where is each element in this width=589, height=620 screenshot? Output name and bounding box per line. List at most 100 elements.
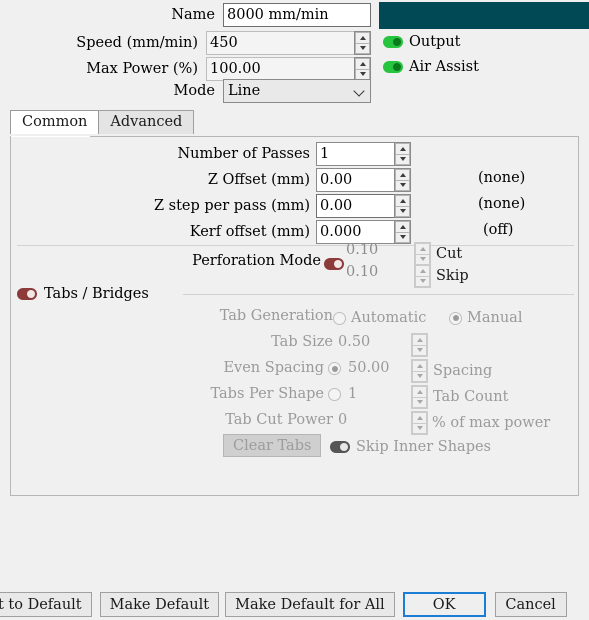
tab-count-spin-down[interactable] (412, 396, 427, 408)
tab-generation-manual-label: Manual (467, 310, 523, 326)
z-step-per-pass-input[interactable] (316, 194, 394, 218)
speed-spin-buttons[interactable] (354, 31, 371, 55)
ok-button[interactable]: OK (402, 592, 486, 617)
skip-inner-shapes-label: Skip Inner Shapes (356, 439, 491, 455)
z-step-per-pass-spinbox[interactable] (316, 194, 411, 218)
kerf-offset-spin-buttons[interactable] (394, 220, 411, 244)
mode-combobox[interactable]: Line (223, 79, 371, 103)
tabs-per-shape-radio[interactable] (328, 388, 341, 401)
even-spacing-value[interactable]: 50.00 (348, 360, 390, 376)
clear-tabs-button[interactable]: Clear Tabs (223, 434, 322, 457)
speed-label: Speed (mm/min) (76, 35, 198, 51)
name-input[interactable] (223, 3, 371, 27)
number-of-passes-label: Number of Passes (177, 146, 310, 162)
perforation-cut-spin-buttons[interactable] (414, 242, 431, 266)
cut-settings-dialog: Name Speed (mm/min) Max Power (%) (0, 0, 589, 620)
kerf-offset-spinbox[interactable] (316, 220, 411, 244)
speed-spinbox[interactable] (206, 31, 371, 55)
name-label: Name (171, 7, 215, 23)
kerf-offset-spin-down[interactable] (395, 231, 410, 243)
divider-tabs-bridges (183, 294, 574, 295)
z-offset-spin-up[interactable] (395, 169, 410, 180)
perforation-cut-label: Cut (436, 246, 463, 262)
number-of-passes-spin-buttons[interactable] (394, 142, 411, 166)
tab-size-spin-down[interactable] (412, 344, 427, 356)
speed-spin-up[interactable] (355, 32, 370, 43)
layer-color-swatch[interactable] (379, 2, 589, 29)
make-default-button[interactable]: Make Default (99, 592, 220, 617)
tab-generation-automatic-label: Automatic (351, 310, 427, 326)
perforation-skip-spin-down[interactable] (415, 275, 430, 287)
max-power-spin-up[interactable] (355, 58, 370, 69)
tab-common-label: Common (22, 114, 88, 130)
kerf-offset-label: Kerf offset (mm) (189, 224, 310, 240)
perforation-skip-spin-up[interactable] (415, 265, 430, 276)
number-of-passes-spinbox[interactable] (316, 142, 411, 166)
z-step-per-pass-label: Z step per pass (mm) (153, 198, 310, 214)
skip-inner-shapes-toggle[interactable] (330, 441, 350, 453)
z-offset-spin-down[interactable] (395, 179, 410, 191)
tab-generation-automatic-radio[interactable] (333, 311, 346, 325)
z-offset-suffix: (none) (478, 170, 526, 186)
perforation-mode-toggle[interactable] (324, 258, 344, 270)
z-offset-input[interactable] (316, 168, 394, 192)
z-step-per-pass-suffix: (none) (478, 196, 526, 212)
tab-cut-power-spin-up[interactable] (412, 412, 427, 423)
perforation-cut-value[interactable]: 0.10 (346, 242, 378, 258)
tab-generation-manual-radio[interactable] (449, 311, 462, 325)
perforation-skip-spin-buttons[interactable] (414, 264, 431, 288)
perforation-cut-spin-up[interactable] (415, 243, 430, 254)
max-power-spin-buttons[interactable] (354, 57, 371, 81)
perforation-skip-value[interactable]: 0.10 (346, 264, 378, 280)
number-of-passes-spin-up[interactable] (395, 143, 410, 154)
output-toggle[interactable] (383, 36, 403, 48)
even-spacing-label: Even Spacing (223, 360, 324, 376)
max-power-input[interactable] (206, 57, 354, 81)
z-step-per-pass-spin-down[interactable] (395, 205, 410, 217)
z-offset-spinbox[interactable] (316, 168, 411, 192)
tab-cut-power-value[interactable]: 0 (338, 412, 347, 428)
kerf-offset-spin-up[interactable] (395, 221, 410, 232)
z-offset-label: Z Offset (mm) (207, 172, 310, 188)
tab-count-value[interactable]: 1 (348, 386, 357, 402)
z-step-per-pass-spin-buttons[interactable] (394, 194, 411, 218)
tab-common[interactable]: Common (10, 110, 100, 134)
even-spacing-spin-down[interactable] (412, 370, 427, 382)
even-spacing-spin-up[interactable] (412, 360, 427, 371)
perforation-skip-label: Skip (436, 268, 469, 284)
mode-label: Mode (173, 83, 215, 99)
tab-cut-power-unit-label: % of max power (432, 415, 551, 431)
tab-advanced-label: Advanced (110, 114, 183, 130)
cancel-button[interactable]: Cancel (494, 592, 567, 617)
tab-count-spin-up[interactable] (412, 386, 427, 397)
reset-to-default-button[interactable]: t to Default (0, 592, 92, 617)
tabs-bridges-toggle[interactable] (17, 288, 37, 300)
max-power-label: Max Power (%) (86, 61, 198, 77)
z-offset-spin-buttons[interactable] (394, 168, 411, 192)
make-default-for-all-button[interactable]: Make Default for All (225, 592, 395, 617)
even-spacing-spin-buttons[interactable] (411, 359, 428, 383)
number-of-passes-input[interactable] (316, 142, 394, 166)
speed-input[interactable] (206, 31, 354, 55)
tab-size-spin-up[interactable] (412, 334, 427, 345)
tab-generation-label: Tab Generation (219, 308, 333, 324)
max-power-spinbox[interactable] (206, 57, 371, 81)
layer-parameters-form: Name Speed (mm/min) Max Power (%) (0, 0, 589, 106)
tab-cut-power-spin-down[interactable] (412, 422, 427, 434)
air-assist-toggle[interactable] (383, 61, 403, 73)
kerf-offset-input[interactable] (316, 220, 394, 244)
tab-cut-power-spin-buttons[interactable] (411, 411, 428, 435)
tabs-bridges-group-label: Tabs / Bridges (44, 286, 149, 302)
speed-spin-down[interactable] (355, 42, 370, 54)
tab-advanced[interactable]: Advanced (98, 110, 195, 134)
tab-count-spin-buttons[interactable] (411, 385, 428, 409)
number-of-passes-spin-down[interactable] (395, 153, 410, 165)
tab-size-spin-buttons[interactable] (411, 333, 428, 357)
common-tab-panel: Number of Passes Z Offset (mm) (none (10, 136, 579, 496)
tab-size-value[interactable]: 0.50 (338, 334, 370, 350)
tab-cut-power-label: Tab Cut Power (225, 412, 333, 428)
air-assist-label: Air Assist (409, 59, 479, 75)
z-step-per-pass-spin-up[interactable] (395, 195, 410, 206)
settings-tab-bar: Common Advanced (10, 110, 195, 134)
even-spacing-radio[interactable] (328, 362, 341, 375)
